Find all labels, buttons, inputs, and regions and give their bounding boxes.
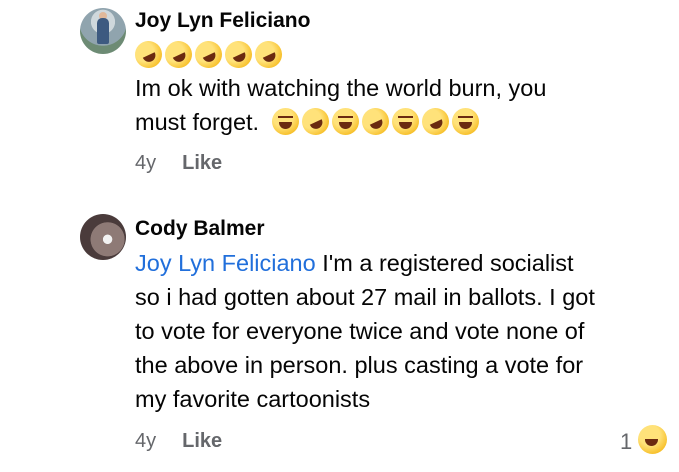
reaction-count[interactable]: 1 [620, 425, 670, 455]
comment-text: must forget. [135, 109, 260, 135]
haha-reaction-icon [638, 425, 668, 454]
comment-body: Im ok with watching the world burn, you … [135, 71, 655, 140]
rofl-emoji [220, 36, 257, 73]
avatar[interactable] [80, 8, 126, 54]
laughing-emoji [271, 108, 299, 135]
rofl-emoji [160, 36, 197, 73]
rofl-emoji [357, 103, 394, 140]
timestamp[interactable]: 4y [135, 430, 156, 452]
laughing-emoji [391, 108, 419, 135]
timestamp[interactable]: 4y [135, 152, 156, 174]
avatar-figure [97, 18, 109, 44]
comment-body: Joy Lyn Feliciano I'm a registered socia… [135, 246, 655, 416]
avatar[interactable] [80, 214, 126, 260]
comment-text-line: to vote for everyone twice and vote none… [135, 318, 585, 344]
rofl-emoji [130, 36, 167, 73]
comment-meta: 4y Like [135, 430, 222, 453]
comment-author[interactable]: Joy Lyn Feliciano [135, 9, 310, 33]
comment-text: I'm a registered socialist [315, 250, 574, 276]
reaction-count-number: 1 [620, 429, 633, 454]
comment-text-line-2: must forget. [135, 103, 655, 140]
like-button[interactable]: Like [182, 430, 222, 452]
rofl-emoji [250, 36, 287, 73]
comment-text-line: the above in person. plus casting a vote… [135, 352, 584, 378]
rofl-emoji [190, 36, 227, 73]
comment-author[interactable]: Cody Balmer [135, 217, 265, 241]
like-button[interactable]: Like [182, 152, 222, 174]
comment-text-line: Joy Lyn Feliciano I'm a registered socia… [135, 246, 655, 280]
mention-link[interactable]: Joy Lyn Feliciano [135, 250, 316, 276]
rofl-emoji [297, 103, 334, 140]
joy-emoji [451, 108, 479, 135]
comment-text-line: my favorite cartoonists [135, 386, 371, 412]
comment-meta: 4y Like [135, 152, 222, 175]
comment-text-line: Im ok with watching the world burn, you [135, 75, 547, 101]
comment-text-line: so i had gotten about 27 mail in ballots… [135, 284, 595, 310]
joy-emoji [331, 108, 359, 135]
comment-emoji-line [130, 36, 655, 73]
rofl-emoji [417, 103, 454, 140]
